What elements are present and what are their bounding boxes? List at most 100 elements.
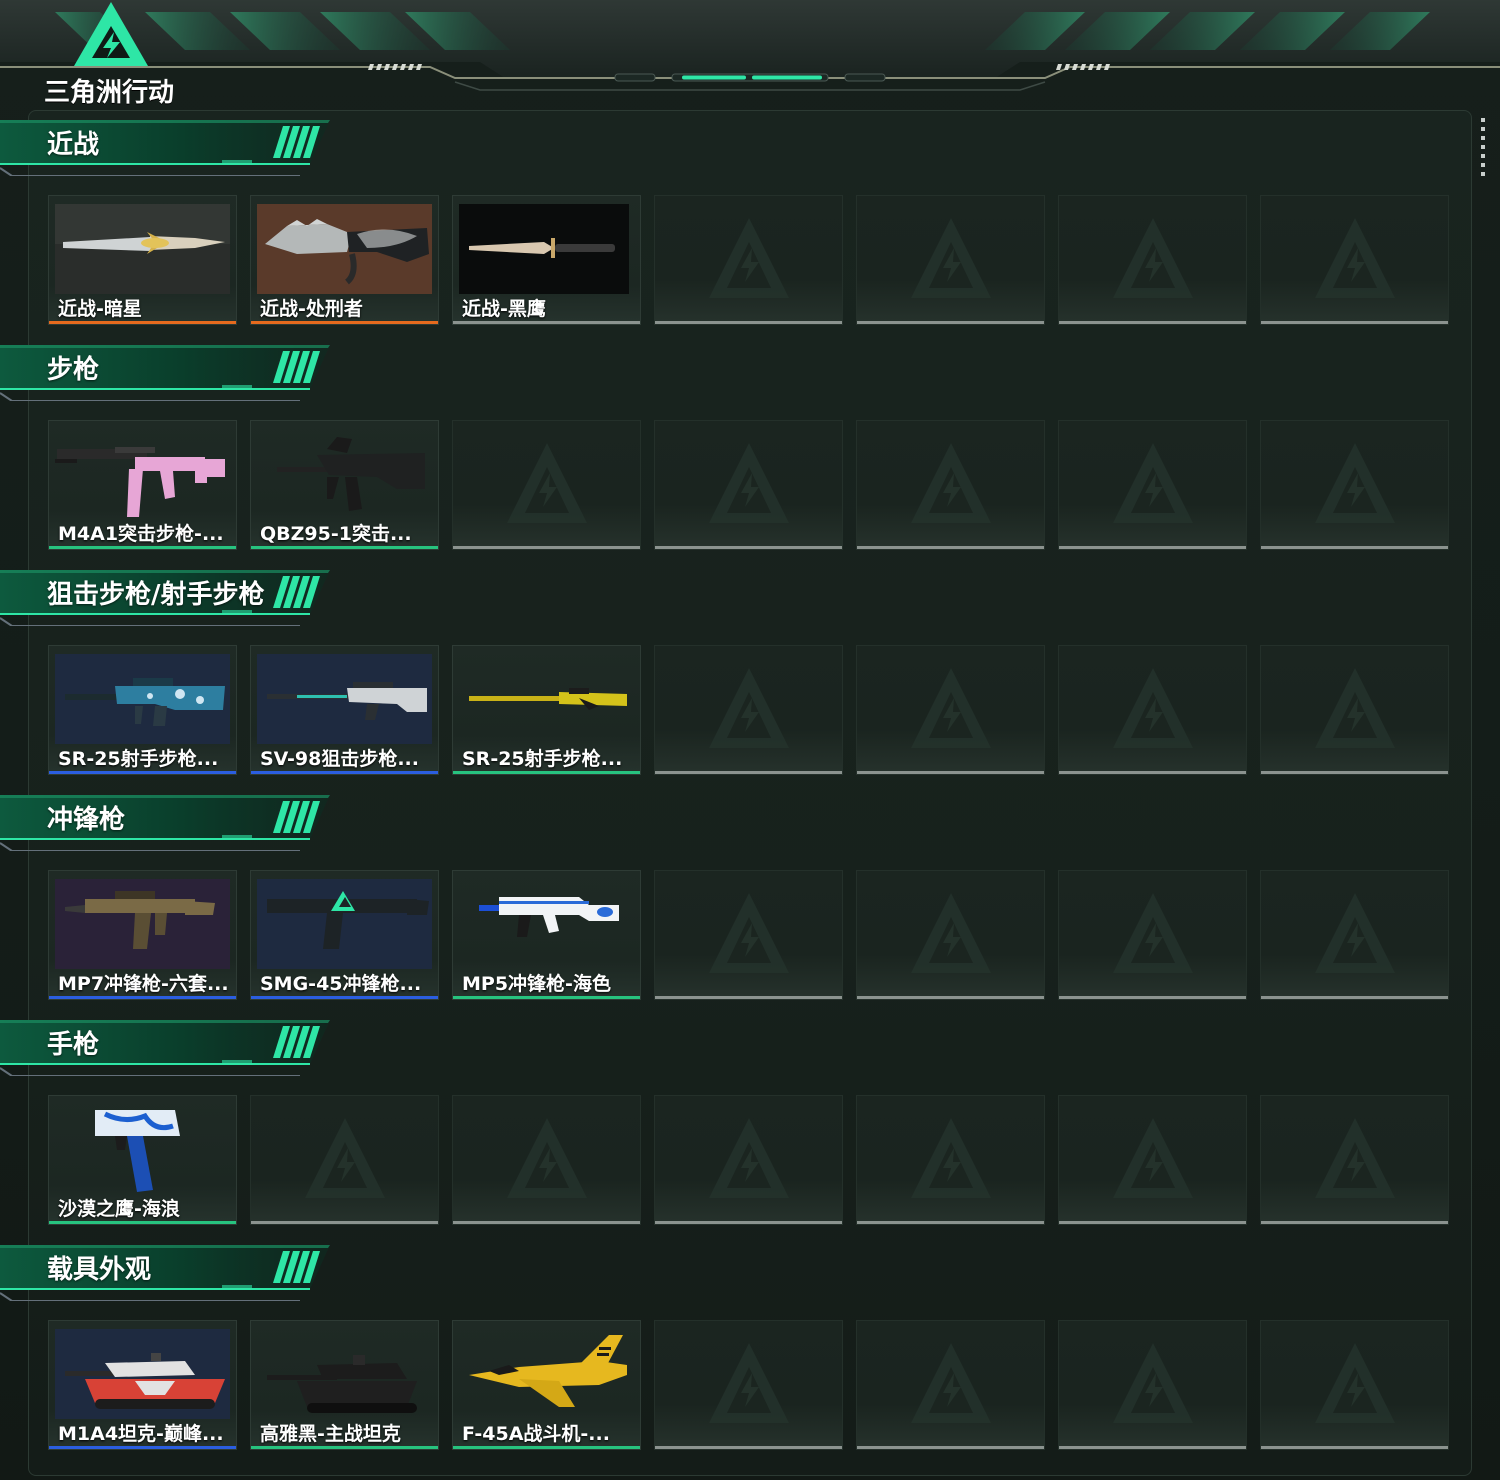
section-header: 近战 bbox=[0, 120, 340, 176]
empty-slot bbox=[856, 645, 1045, 775]
section-title: 冲锋枪 bbox=[47, 805, 126, 835]
empty-slot bbox=[856, 1095, 1045, 1225]
rarity-bar bbox=[251, 771, 438, 774]
item-label: F-45A战斗机-... bbox=[462, 1423, 610, 1445]
smg-white-blue-icon bbox=[459, 879, 634, 969]
rarity-bar bbox=[1261, 546, 1448, 549]
item-grid: MP7冲锋枪-六套... SMG-45冲锋枪... MP5冲锋枪-海色 bbox=[48, 870, 1452, 1000]
placeholder-logo-icon bbox=[907, 437, 995, 533]
placeholder-logo-icon bbox=[705, 1112, 793, 1208]
rarity-bar bbox=[1059, 996, 1246, 999]
item-grid: SR-25射手步枪... SV-98狙击步枪... SR-25射手步枪... bbox=[48, 645, 1452, 775]
rarity-bar bbox=[251, 546, 438, 549]
section-header: 载具外观 bbox=[0, 1245, 340, 1301]
rarity-bar bbox=[655, 546, 842, 549]
rarity-bar bbox=[857, 996, 1044, 999]
empty-slot bbox=[856, 195, 1045, 325]
item-card[interactable]: 近战-处刑者 bbox=[250, 195, 439, 325]
section-title: 手枪 bbox=[47, 1030, 100, 1060]
rarity-bar bbox=[655, 996, 842, 999]
placeholder-logo-icon bbox=[907, 1112, 995, 1208]
smg-camo-icon bbox=[55, 879, 230, 969]
empty-slot bbox=[654, 1095, 843, 1225]
dmr-yellow-icon bbox=[459, 654, 634, 744]
item-label: SV-98狙击步枪... bbox=[260, 748, 419, 770]
rarity-bar bbox=[857, 1221, 1044, 1224]
section-title: 狙击步枪/射手步枪 bbox=[47, 580, 265, 610]
scrollbar[interactable] bbox=[1481, 118, 1485, 178]
rarity-bar bbox=[1261, 1221, 1448, 1224]
item-label: SMG-45冲锋枪... bbox=[260, 973, 422, 995]
empty-slot bbox=[1058, 195, 1247, 325]
placeholder-logo-icon bbox=[705, 662, 793, 758]
item-label: SR-25射手步枪... bbox=[462, 748, 623, 770]
empty-slot bbox=[654, 1320, 843, 1450]
rarity-bar bbox=[251, 321, 438, 324]
section-header: 步枪 bbox=[0, 345, 340, 401]
placeholder-logo-icon bbox=[705, 887, 793, 983]
item-label: M4A1突击步枪-... bbox=[58, 523, 224, 545]
item-card[interactable]: 沙漠之鹰-海浪 bbox=[48, 1095, 237, 1225]
rarity-bar bbox=[49, 1446, 236, 1449]
section-title: 步枪 bbox=[47, 355, 100, 385]
empty-slot bbox=[1260, 1095, 1449, 1225]
rarity-bar bbox=[1261, 1446, 1448, 1449]
rarity-bar bbox=[1059, 321, 1246, 324]
item-card[interactable]: SMG-45冲锋枪... bbox=[250, 870, 439, 1000]
item-card[interactable]: MP7冲锋枪-六套... bbox=[48, 870, 237, 1000]
placeholder-logo-icon bbox=[1311, 437, 1399, 533]
knife-darkstar-icon bbox=[55, 204, 230, 294]
empty-slot bbox=[1058, 1320, 1247, 1450]
item-card[interactable]: M4A1突击步枪-... bbox=[48, 420, 237, 550]
rarity-bar bbox=[1059, 1446, 1246, 1449]
item-label: 近战-处刑者 bbox=[260, 298, 363, 320]
item-card[interactable]: SV-98狙击步枪... bbox=[250, 645, 439, 775]
rarity-bar bbox=[655, 771, 842, 774]
dmr-blue-camo-icon bbox=[55, 654, 230, 744]
placeholder-logo-icon bbox=[1311, 662, 1399, 758]
placeholder-logo-icon bbox=[705, 212, 793, 308]
placeholder-logo-icon bbox=[1109, 662, 1197, 758]
item-card[interactable]: SR-25射手步枪... bbox=[48, 645, 237, 775]
rarity-bar bbox=[453, 1446, 640, 1449]
item-label: 近战-暗星 bbox=[58, 298, 142, 320]
logo-icon bbox=[74, 2, 148, 66]
item-card[interactable]: 高雅黑-主战坦克 bbox=[250, 1320, 439, 1450]
empty-slot bbox=[1058, 870, 1247, 1000]
rarity-bar bbox=[1261, 771, 1448, 774]
rarity-bar bbox=[251, 1446, 438, 1449]
item-card[interactable]: 近战-黑鹰 bbox=[452, 195, 641, 325]
placeholder-logo-icon bbox=[1109, 1337, 1197, 1433]
placeholder-logo-icon bbox=[1311, 1337, 1399, 1433]
rarity-bar bbox=[1261, 321, 1448, 324]
item-card[interactable]: F-45A战斗机-... bbox=[452, 1320, 641, 1450]
empty-slot bbox=[856, 420, 1045, 550]
smg-green-logo-icon bbox=[257, 879, 432, 969]
placeholder-logo-icon bbox=[1311, 887, 1399, 983]
header: 三角洲行动 bbox=[0, 0, 1500, 110]
empty-slot bbox=[1260, 420, 1449, 550]
item-card[interactable]: M1A4坦克-巅峰... bbox=[48, 1320, 237, 1450]
item-card[interactable]: QBZ95-1突击... bbox=[250, 420, 439, 550]
item-label: SR-25射手步枪... bbox=[58, 748, 219, 770]
item-grid: 沙漠之鹰-海浪 bbox=[48, 1095, 1452, 1225]
rarity-bar bbox=[453, 771, 640, 774]
placeholder-logo-icon bbox=[1311, 1112, 1399, 1208]
rarity-bar bbox=[1059, 546, 1246, 549]
rarity-bar bbox=[251, 996, 438, 999]
placeholder-logo-icon bbox=[705, 437, 793, 533]
item-card[interactable]: MP5冲锋枪-海色 bbox=[452, 870, 641, 1000]
item-label: 近战-黑鹰 bbox=[462, 298, 546, 320]
rarity-bar bbox=[49, 771, 236, 774]
item-grid: M4A1突击步枪-... QBZ95-1突击... bbox=[48, 420, 1452, 550]
placeholder-logo-icon bbox=[503, 437, 591, 533]
item-grid: 近战-暗星 近战-处刑者 近战-黑鹰 bbox=[48, 195, 1452, 325]
header-decoration bbox=[0, 0, 1500, 91]
rarity-bar bbox=[1059, 771, 1246, 774]
item-card[interactable]: 近战-暗星 bbox=[48, 195, 237, 325]
empty-slot bbox=[1058, 645, 1247, 775]
empty-slot bbox=[1260, 1320, 1449, 1450]
sniper-teal-icon bbox=[257, 654, 432, 744]
empty-slot bbox=[452, 1095, 641, 1225]
item-card[interactable]: SR-25射手步枪... bbox=[452, 645, 641, 775]
